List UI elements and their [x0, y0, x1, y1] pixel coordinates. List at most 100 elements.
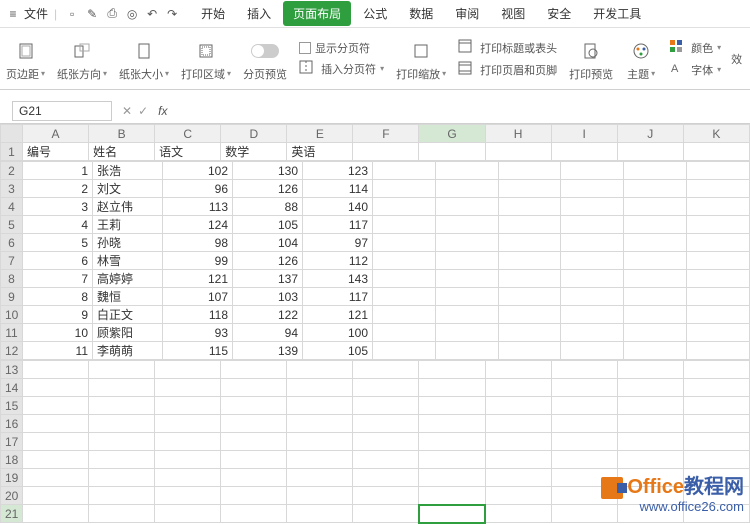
row-header[interactable]: 12: [1, 342, 23, 360]
col-E[interactable]: E: [287, 125, 353, 143]
cancel-icon[interactable]: ✕: [122, 104, 132, 118]
row-header[interactable]: 7: [1, 252, 23, 270]
tab-insert[interactable]: 插入: [237, 1, 281, 26]
row-header[interactable]: 9: [1, 288, 23, 306]
theme-button[interactable]: 主题▾: [619, 36, 663, 82]
print-titles[interactable]: 打印标题或表头: [458, 39, 557, 57]
tab-view[interactable]: 视图: [491, 1, 535, 26]
row-header[interactable]: 17: [1, 433, 23, 451]
table-row: 21张浩102130123: [1, 162, 750, 180]
show-break[interactable]: 显示分页符: [299, 40, 384, 56]
svg-text:A: A: [671, 63, 679, 75]
table-row: 54王莉124105117: [1, 216, 750, 234]
table-row: 1110顾紫阳9394100: [1, 324, 750, 342]
size-button[interactable]: 纸张大小▾: [113, 36, 175, 82]
row-header[interactable]: 10: [1, 306, 23, 324]
row-header[interactable]: 2: [1, 162, 23, 180]
preview-icon[interactable]: ◎: [123, 5, 141, 23]
col-J[interactable]: J: [617, 125, 683, 143]
column-headers: A B C D E F G H I J K: [1, 125, 750, 143]
tab-security[interactable]: 安全: [537, 1, 581, 26]
preview-icon: [582, 42, 600, 60]
header-footer[interactable]: 打印页眉和页脚: [458, 61, 557, 79]
fx-icon[interactable]: fx: [158, 104, 173, 118]
insert-break-icon: [299, 60, 317, 78]
orientation-icon: [73, 42, 91, 60]
select-all[interactable]: [1, 125, 23, 143]
insert-break[interactable]: 插入分页符▾: [299, 60, 384, 78]
col-C[interactable]: C: [155, 125, 221, 143]
row-header[interactable]: 13: [1, 361, 23, 379]
col-I[interactable]: I: [551, 125, 617, 143]
watermark: Office教程网 www.office26.com: [601, 470, 744, 514]
colors-button[interactable]: 颜色▾: [669, 39, 721, 57]
theme-icon: [632, 42, 650, 60]
col-D[interactable]: D: [221, 125, 287, 143]
hamburger-icon[interactable]: ≡: [4, 5, 22, 23]
row-header[interactable]: 20: [1, 487, 23, 505]
formula-input[interactable]: [173, 101, 750, 121]
print-area-icon: [197, 42, 215, 60]
page-break-group: 分页预览: [237, 36, 293, 82]
tab-page-layout[interactable]: 页面布局: [283, 1, 351, 26]
margins-icon: [17, 42, 35, 60]
row-header[interactable]: 6: [1, 234, 23, 252]
col-H[interactable]: H: [485, 125, 551, 143]
break-stack: 显示分页符 插入分页符▾: [293, 40, 390, 78]
table-row: 15: [1, 397, 750, 415]
accept-icon[interactable]: ✓: [138, 104, 148, 118]
print-area-button[interactable]: 打印区域▾: [175, 36, 237, 82]
fonts-button[interactable]: A字体▾: [669, 61, 721, 79]
row-header[interactable]: 15: [1, 397, 23, 415]
row-header[interactable]: 1: [1, 143, 23, 161]
print-scale-button[interactable]: 打印缩放▾: [390, 36, 452, 82]
name-box[interactable]: G21: [12, 101, 112, 121]
save-icon[interactable]: ▫: [63, 5, 81, 23]
table-row: 76林雪99126112: [1, 252, 750, 270]
logo-icon: [601, 477, 623, 499]
row-header[interactable]: 19: [1, 469, 23, 487]
fx-buttons: ✕ ✓: [112, 104, 158, 118]
col-F[interactable]: F: [353, 125, 419, 143]
table-row: 13: [1, 361, 750, 379]
toggle-switch[interactable]: [251, 44, 279, 58]
checkbox-icon: [299, 42, 311, 54]
tab-data[interactable]: 数据: [399, 1, 443, 26]
table-row: 87高婷婷121137143: [1, 270, 750, 288]
new-icon[interactable]: ✎: [83, 5, 101, 23]
row-header[interactable]: 16: [1, 415, 23, 433]
table-row: 1211李萌萌115139105: [1, 342, 750, 360]
col-B[interactable]: B: [89, 125, 155, 143]
table-row: 32刘文96126114: [1, 180, 750, 198]
undo-icon[interactable]: ↶: [143, 5, 161, 23]
table-row: 98魏恒107103117: [1, 288, 750, 306]
print-preview-button[interactable]: 打印预览: [563, 36, 619, 82]
col-K[interactable]: K: [683, 125, 749, 143]
scale-icon: [412, 42, 430, 60]
tab-formula[interactable]: 公式: [353, 1, 397, 26]
ribbon: 页边距▾ 纸张方向▾ 纸张大小▾ 打印区域▾ 分页预览 显示分页符 插入分页符▾…: [0, 28, 750, 90]
col-G[interactable]: G: [419, 125, 485, 143]
row-header[interactable]: 3: [1, 180, 23, 198]
row-header[interactable]: 4: [1, 198, 23, 216]
margins-button[interactable]: 页边距▾: [0, 36, 51, 82]
menu-bar: ≡ 文件 | ▫ ✎ ⎙ ◎ ↶ ↷ 开始 插入 页面布局 公式 数据 审阅 视…: [0, 0, 750, 28]
row-header[interactable]: 18: [1, 451, 23, 469]
redo-icon[interactable]: ↷: [163, 5, 181, 23]
tab-start[interactable]: 开始: [191, 1, 235, 26]
row-header[interactable]: 11: [1, 324, 23, 342]
titles-stack: 打印标题或表头 打印页眉和页脚: [452, 39, 563, 79]
table-row: 16: [1, 415, 750, 433]
row-header[interactable]: 8: [1, 270, 23, 288]
effects-button[interactable]: 效: [727, 51, 742, 67]
orientation-button[interactable]: 纸张方向▾: [51, 36, 113, 82]
row-header[interactable]: 5: [1, 216, 23, 234]
spreadsheet-grid[interactable]: A B C D E F G H I J K 1 编号 姓名 语文 数学 英语 2…: [0, 124, 750, 524]
row-header[interactable]: 14: [1, 379, 23, 397]
table-row: 17: [1, 433, 750, 451]
col-A[interactable]: A: [23, 125, 89, 143]
file-menu[interactable]: 文件: [24, 5, 48, 22]
print-icon[interactable]: ⎙: [103, 5, 121, 23]
tab-dev[interactable]: 开发工具: [583, 1, 651, 26]
tab-review[interactable]: 审阅: [445, 1, 489, 26]
